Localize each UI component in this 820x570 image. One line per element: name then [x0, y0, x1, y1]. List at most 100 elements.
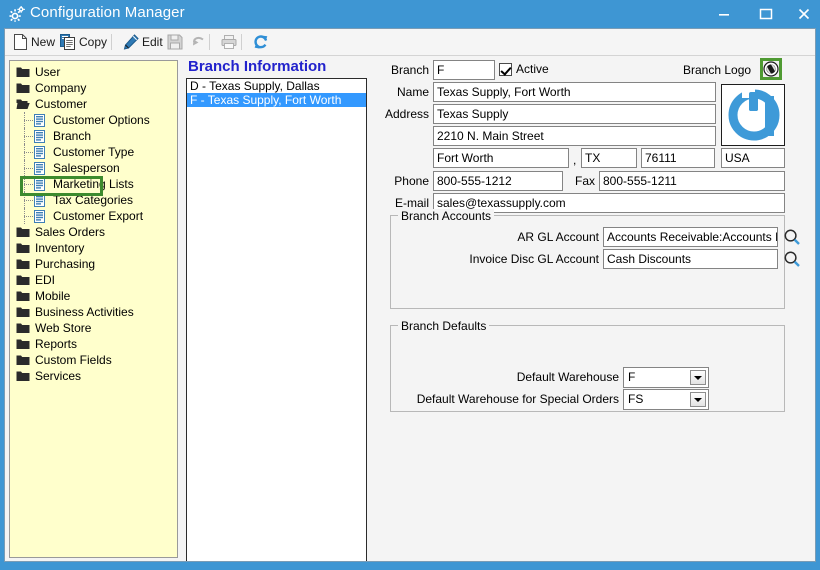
navigation-tree[interactable]: User Company Customer Customer Options Branc…	[9, 60, 178, 558]
sidebar-item-label: Mobile	[35, 289, 71, 303]
invoice-disc-gl-account-search-icon[interactable]	[783, 250, 801, 268]
sidebar-item-salesperson[interactable]: Salesperson	[10, 160, 177, 176]
edit-button[interactable]: Edit	[119, 31, 167, 53]
new-button[interactable]: New	[9, 31, 59, 53]
copy-button[interactable]: Copy	[56, 31, 111, 53]
default-warehouse-special-select[interactable]: FS	[623, 389, 709, 410]
active-checkbox[interactable]: Active	[499, 62, 549, 76]
address-line2-input[interactable]: 2210 N. Main Street	[433, 126, 716, 146]
sidebar-item-services[interactable]: Services	[10, 368, 177, 384]
sidebar-item-company[interactable]: Company	[10, 80, 177, 96]
branch-list[interactable]: D - Texas Supply, Dallas F - Texas Supply…	[186, 78, 367, 561]
folder-icon	[16, 82, 31, 94]
default-warehouse-select[interactable]: F	[623, 367, 709, 388]
tree-guide-dot	[24, 168, 33, 170]
pencil-icon	[123, 34, 139, 50]
branch-label: Branch	[390, 63, 429, 77]
sidebar-item-purchasing[interactable]: Purchasing	[10, 256, 177, 272]
folder-icon	[16, 66, 31, 78]
sidebar-item-user[interactable]: User	[10, 64, 177, 80]
sidebar-item-edi[interactable]: EDI	[10, 272, 177, 288]
folder-icon	[16, 226, 31, 238]
save-icon	[167, 34, 183, 50]
invoice-disc-gl-account-input[interactable]: Cash Discounts	[603, 249, 778, 269]
sidebar-item-tax-categories[interactable]: Tax Categories	[10, 192, 177, 208]
chevron-down-icon[interactable]	[690, 370, 706, 385]
folder-icon	[16, 354, 31, 366]
sidebar-item-customer-export[interactable]: Customer Export	[10, 208, 177, 224]
sidebar-item-label: Business Activities	[35, 305, 134, 319]
name-input[interactable]: Texas Supply, Fort Worth	[433, 82, 716, 102]
sidebar-item-label: Tax Categories	[53, 193, 134, 207]
active-label: Active	[516, 62, 549, 76]
sidebar-item-label: Branch	[53, 129, 92, 143]
branch-defaults-title: Branch Defaults	[398, 319, 490, 333]
email-label: E-mail	[394, 196, 429, 210]
folder-icon	[16, 306, 31, 318]
fax-input[interactable]: 800-555-1211	[599, 171, 785, 191]
minimize-button[interactable]	[703, 0, 745, 28]
document-icon	[34, 113, 49, 127]
sidebar-item-mobile[interactable]: Mobile	[10, 288, 177, 304]
folder-icon	[16, 338, 31, 350]
sidebar-item-label: Customer Type	[53, 145, 135, 159]
sidebar-item-reports[interactable]: Reports	[10, 336, 177, 352]
branch-accounts-title: Branch Accounts	[398, 209, 495, 223]
close-button[interactable]	[787, 0, 820, 28]
city-input[interactable]: Fort Worth	[433, 148, 569, 168]
window-title: Configuration Manager	[30, 4, 185, 21]
document-icon	[34, 129, 49, 143]
branch-accounts-group: Branch Accounts AR GL Account Accounts R…	[390, 209, 800, 309]
sidebar-item-label: EDI	[35, 273, 56, 287]
sidebar-item-label: Inventory	[35, 241, 85, 255]
client-area: New Copy Edit User Company Customer Cust…	[4, 28, 816, 562]
chevron-down-icon[interactable]	[690, 392, 706, 407]
branch-input[interactable]: F	[433, 60, 495, 80]
zip-input[interactable]: 76111	[641, 148, 715, 168]
sidebar-item-business-activities[interactable]: Business Activities	[10, 304, 177, 320]
branch-defaults-group: Branch Defaults Default Warehouse F Defa…	[390, 319, 785, 412]
sidebar-item-label: Web Store	[35, 321, 92, 335]
state-input[interactable]: TX	[581, 148, 637, 168]
sidebar-item-customer-options[interactable]: Customer Options	[10, 112, 177, 128]
sidebar-item-branch[interactable]: Branch	[10, 128, 177, 144]
sidebar-item-inventory[interactable]: Inventory	[10, 240, 177, 256]
print-button	[217, 31, 241, 53]
default-warehouse-value: F	[628, 370, 636, 384]
ar-gl-account-search-icon[interactable]	[783, 228, 801, 246]
branch-form: Branch F Active Branch Logo Name Texas S…	[373, 58, 813, 558]
address-line1-input[interactable]: Texas Supply	[433, 104, 716, 124]
sidebar-item-custom-fields[interactable]: Custom Fields	[10, 352, 177, 368]
fax-label: Fax	[574, 174, 595, 188]
maximize-button[interactable]	[745, 0, 787, 28]
sidebar-item-marketing-lists[interactable]: Marketing Lists	[10, 176, 177, 192]
toolbar: New Copy Edit	[5, 29, 815, 56]
ar-gl-account-input[interactable]: Accounts Receivable:Accounts Recei	[603, 227, 778, 247]
sidebar-item-label: Reports	[35, 337, 78, 351]
sidebar-item-label: Customer Export	[53, 209, 144, 223]
list-item[interactable]: D - Texas Supply, Dallas	[187, 79, 366, 93]
sidebar-item-label: Purchasing	[35, 257, 96, 271]
edit-label: Edit	[142, 35, 163, 49]
folder-icon	[16, 322, 31, 334]
branch-logo-label: Branch Logo	[683, 63, 752, 77]
refresh-button[interactable]	[249, 31, 273, 53]
new-label: New	[31, 35, 56, 49]
folder-icon	[16, 290, 31, 302]
sidebar-item-web-store[interactable]: Web Store	[10, 320, 177, 336]
branch-logo-capture-button[interactable]	[760, 58, 782, 80]
tree-guide-dot	[24, 120, 33, 122]
sidebar-item-label: Services	[35, 369, 82, 383]
folder-icon	[16, 242, 31, 254]
sidebar-item-sales-orders[interactable]: Sales Orders	[10, 224, 177, 240]
phone-input[interactable]: 800-555-1212	[433, 171, 563, 191]
document-icon	[34, 193, 49, 207]
folder-open-icon	[16, 98, 31, 110]
sidebar-item-customer[interactable]: Customer	[10, 96, 177, 112]
sidebar-item-customer-type[interactable]: Customer Type	[10, 144, 177, 160]
copy-label: Copy	[79, 35, 108, 49]
undo-icon	[193, 36, 204, 46]
phone-label: Phone	[394, 174, 429, 188]
list-item[interactable]: F - Texas Supply, Fort Worth	[187, 93, 366, 107]
country-input[interactable]: USA	[721, 148, 785, 168]
